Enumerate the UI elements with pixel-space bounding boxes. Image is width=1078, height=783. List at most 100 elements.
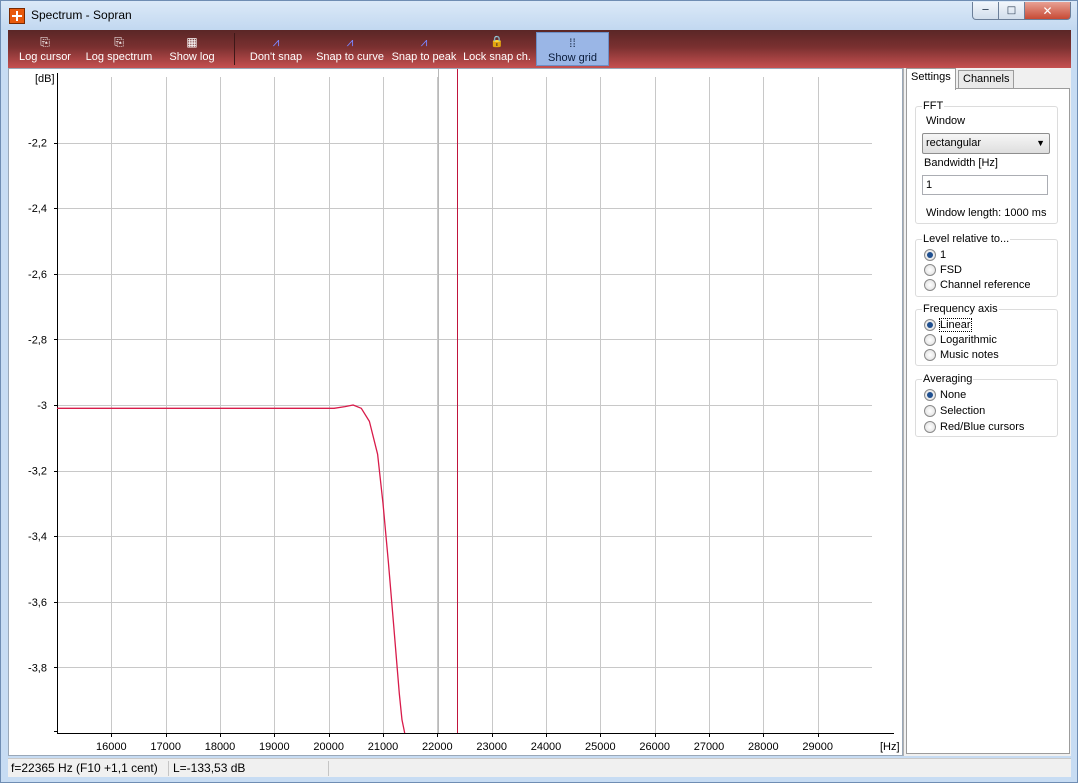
- close-button[interactable]: ✕: [1025, 2, 1071, 20]
- averaging-group: Averaging None Selection Red/Blue cursor…: [915, 373, 1058, 437]
- settings-panel: Settings Channels FFT Window rectangular…: [903, 68, 1071, 756]
- level-option-1[interactable]: 1: [924, 249, 946, 261]
- app-icon: [9, 8, 25, 24]
- spectrum-plot[interactable]: -2,2 -2,4 -2,6 -2,8 -3 -3,2 -3,4 -3,6 -3,8 16000 1…: [9, 69, 902, 755]
- settings-tab-body: FFT Window rectangular ▼ Bandwidth [Hz] …: [906, 88, 1070, 754]
- window-select-value: rectangular: [926, 137, 982, 149]
- status-separator: [168, 761, 169, 776]
- status-separator: [328, 761, 329, 776]
- show-log-button[interactable]: ▦ Show log: [162, 32, 222, 66]
- snap-to-curve-icon: ⩘: [346, 35, 354, 49]
- y-tick-label: -2,4: [28, 203, 47, 215]
- show-grid-label: Show grid: [548, 52, 597, 64]
- averaging-option-selection[interactable]: Selection: [924, 405, 985, 417]
- lock-snap-label: Lock snap ch.: [463, 51, 531, 63]
- y-tick-label: -3,4: [28, 531, 47, 543]
- y-tick-label: -3,8: [28, 662, 47, 674]
- y-tick-label: -2,2: [28, 138, 47, 150]
- x-tick-label: 16000: [96, 741, 127, 753]
- radio-button[interactable]: [924, 389, 936, 401]
- averaging-option-none[interactable]: None: [924, 389, 966, 401]
- frequency-axis-group: Frequency axis Linear Logarithmic Music …: [915, 303, 1058, 366]
- status-level: L=-133,53 dB: [173, 761, 246, 775]
- x-tick-label: 17000: [150, 741, 181, 753]
- y-tick-label: -2,6: [28, 269, 47, 281]
- radio-button[interactable]: [924, 334, 936, 346]
- radio-button[interactable]: [924, 279, 936, 291]
- y-tick-label: -3,2: [28, 466, 47, 478]
- averaging-group-title: Averaging: [922, 373, 974, 385]
- averaging-option-label: Selection: [940, 405, 986, 417]
- snap-to-peak-button[interactable]: ⩘ Snap to peak: [391, 32, 457, 66]
- level-group-title: Level relative to...: [922, 233, 1011, 245]
- show-log-icon: ▦: [186, 35, 198, 49]
- x-tick-label: 28000: [748, 741, 779, 753]
- log-cursor-label: Log cursor: [19, 51, 71, 63]
- level-option-label: FSD: [940, 264, 962, 276]
- x-tick-label: 19000: [259, 741, 290, 753]
- radio-button[interactable]: [924, 249, 936, 261]
- status-bar: f=22365 Hz (F10 +1,1 cent) L=-133,53 dB: [8, 758, 1071, 777]
- show-log-label: Show log: [169, 51, 215, 63]
- status-frequency: f=22365 Hz (F10 +1,1 cent): [11, 761, 158, 775]
- show-grid-button[interactable]: ⁞⁞ Show grid: [536, 32, 609, 66]
- radio-button[interactable]: [924, 349, 936, 361]
- lock-snap-button[interactable]: 🔒 Lock snap ch.: [463, 32, 531, 66]
- snap-to-peak-label: Snap to peak: [391, 51, 457, 63]
- window-select[interactable]: rectangular ▼: [922, 133, 1050, 154]
- log-cursor-icon: ⎘: [40, 35, 50, 49]
- spectrum-curve: [57, 404, 406, 734]
- x-tick-label: 18000: [205, 741, 236, 753]
- radio-button[interactable]: [924, 319, 936, 331]
- log-cursor-button[interactable]: ⎘ Log cursor: [13, 32, 77, 66]
- app-window: Spectrum - Sopran ─ □ ✕ ⎘ Log cursor ⎘ L…: [0, 0, 1078, 783]
- x-tick-label: 22000: [422, 741, 453, 753]
- x-tick-label: 21000: [368, 741, 399, 753]
- freq-option-label: Music notes: [940, 349, 999, 361]
- level-option-label: Channel reference: [940, 279, 1031, 291]
- toolbar: ⎘ Log cursor ⎘ Log spectrum ▦ Show log ⩘…: [8, 30, 1071, 68]
- level-option-fsd[interactable]: FSD: [924, 264, 962, 276]
- maximize-button[interactable]: □: [999, 2, 1025, 20]
- x-tick-label: 23000: [476, 741, 507, 753]
- fft-group-title: FFT: [922, 100, 945, 112]
- x-axis-label: [Hz]: [880, 741, 900, 753]
- freq-option-label: Logarithmic: [940, 334, 997, 346]
- x-tick-label: 25000: [585, 741, 616, 753]
- log-spectrum-label: Log spectrum: [85, 51, 153, 63]
- level-group: Level relative to... 1 FSD Channel refer…: [915, 233, 1058, 297]
- chevron-down-icon: ▼: [1036, 138, 1045, 148]
- y-axis-label: [dB]: [35, 73, 55, 85]
- freq-option-linear[interactable]: Linear: [924, 318, 972, 332]
- toolbar-separator: [234, 33, 235, 65]
- level-option-label: 1: [940, 249, 947, 261]
- snap-to-curve-button[interactable]: ⩘ Snap to curve: [314, 32, 386, 66]
- tab-channels[interactable]: Channels: [958, 70, 1015, 89]
- frequency-axis-group-title: Frequency axis: [922, 303, 999, 315]
- tab-settings[interactable]: Settings: [906, 68, 956, 90]
- freq-option-logarithmic[interactable]: Logarithmic: [924, 334, 997, 346]
- y-tick-label: -3,6: [28, 597, 47, 609]
- radio-button[interactable]: [924, 264, 936, 276]
- log-spectrum-icon: ⎘: [114, 35, 124, 49]
- x-tick-label: 20000: [313, 741, 344, 753]
- snap-to-curve-label: Snap to curve: [316, 51, 384, 63]
- snap-to-peak-icon: ⩘: [420, 35, 428, 49]
- level-option-channel-reference[interactable]: Channel reference: [924, 279, 1031, 291]
- title-bar[interactable]: Spectrum - Sopran ─ □ ✕: [1, 1, 1077, 30]
- minimize-button[interactable]: ─: [972, 2, 999, 20]
- log-spectrum-button[interactable]: ⎘ Log spectrum: [82, 32, 156, 66]
- freq-option-music-notes[interactable]: Music notes: [924, 349, 999, 361]
- x-tick-label: 24000: [531, 741, 562, 753]
- radio-button[interactable]: [924, 421, 936, 433]
- x-tick-label: 29000: [802, 741, 833, 753]
- bandwidth-input[interactable]: 1: [922, 175, 1048, 195]
- fft-group: FFT Window rectangular ▼ Bandwidth [Hz] …: [915, 100, 1058, 224]
- radio-button[interactable]: [924, 405, 936, 417]
- window-label: Window: [926, 115, 966, 127]
- y-tick-label: -3: [37, 400, 47, 412]
- grid-icon: ⁞⁞: [569, 36, 576, 50]
- spectrum-chart[interactable]: -2,2 -2,4 -2,6 -2,8 -3 -3,2 -3,4 -3,6 -3,8 16000 1…: [8, 68, 903, 756]
- averaging-option-red-blue-cursors[interactable]: Red/Blue cursors: [924, 421, 1024, 433]
- dont-snap-button[interactable]: ⩘ Don't snap: [245, 32, 307, 66]
